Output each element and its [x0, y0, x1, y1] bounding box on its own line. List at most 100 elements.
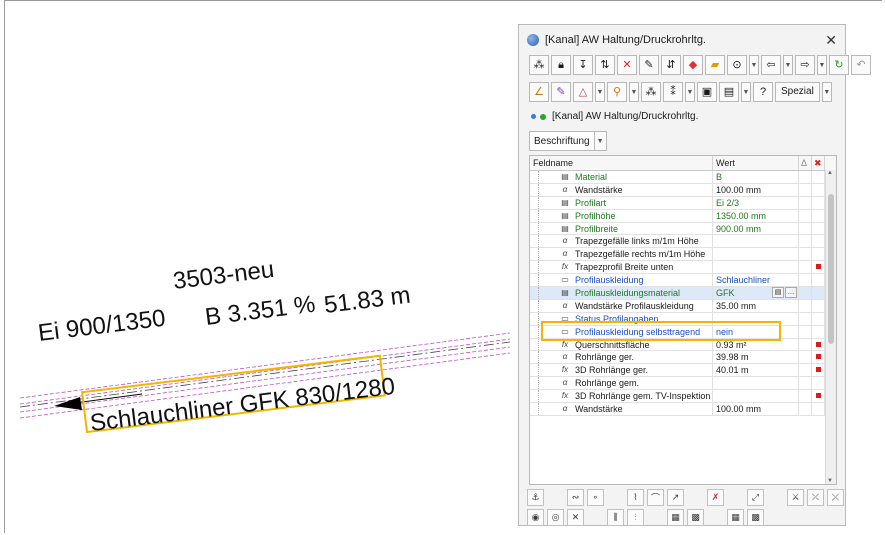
network-alt-icon[interactable]: ⁑	[663, 82, 683, 102]
connect-icon[interactable]: ∾	[567, 489, 584, 506]
table-row[interactable]: ▤ Profilbreite 900.00 mm	[530, 222, 836, 236]
split-icon[interactable]: ⇵	[661, 55, 681, 75]
table-row[interactable]: α Trapezgefälle links m/1m Höhe	[530, 235, 836, 249]
chevron-down-icon[interactable]: ▼	[629, 82, 639, 102]
field-value-cell[interactable]: Ei 2/3	[713, 196, 799, 209]
more-icon[interactable]: …	[785, 287, 797, 299]
column-header-delta[interactable]: Δ	[799, 156, 812, 170]
field-name-cell[interactable]: ▤ Profilauskleidungsmaterial	[530, 287, 713, 299]
column-header-x[interactable]: ✖	[812, 156, 825, 170]
image-icon[interactable]: ▣	[697, 82, 717, 102]
field-name-cell[interactable]: fx Trapezprofil Breite unten	[530, 261, 713, 274]
undo-icon[interactable]: ↶	[851, 55, 871, 75]
column-header-name[interactable]: Feldname	[530, 156, 713, 170]
field-value-cell[interactable]	[713, 261, 799, 274]
chevron-down-icon[interactable]: ▼	[741, 82, 751, 102]
comb-icon[interactable]: ⫼	[607, 509, 624, 526]
draw-line-icon[interactable]: ∠	[529, 82, 549, 102]
field-value-cell[interactable]: 100.00 mm	[713, 403, 799, 415]
binoculars-icon[interactable]: ⊙	[727, 55, 747, 75]
pipe-tool-3-icon[interactable]: ↗	[667, 489, 684, 506]
field-name-cell[interactable]: ▭ Status Profilangaben	[530, 312, 713, 325]
field-name-cell[interactable]: α Rohrlänge ger.	[530, 351, 713, 364]
field-value-cell[interactable]: 1350.00 mm	[713, 209, 799, 222]
field-value-cell[interactable]: 40.01 m	[713, 364, 799, 377]
field-value-cell[interactable]	[713, 377, 799, 390]
field-value-cell[interactable]	[713, 248, 799, 261]
field-name-cell[interactable]: ▭ Profilauskleidung selbsttragend	[530, 325, 713, 338]
field-value-cell[interactable]: 39.98 m	[713, 351, 799, 364]
measure-icon[interactable]: △	[573, 82, 593, 102]
table-row[interactable]: ▭ Profilauskleidung Schlauchliner	[530, 274, 836, 288]
folder-icon[interactable]: ▰	[705, 55, 725, 75]
field-value-cell[interactable]	[713, 390, 799, 403]
field-value-cell[interactable]: 100.00 mm	[713, 183, 799, 196]
field-value-cell[interactable]	[713, 312, 799, 325]
table-row[interactable]: fx 3D Rohrlänge gem. TV-Inspektion	[530, 390, 836, 404]
grid-3-icon[interactable]: ▦	[727, 509, 744, 526]
field-name-cell[interactable]: fx 3D Rohrlänge gem. TV-Inspektion	[530, 390, 713, 403]
beschriftung-dropdown[interactable]: Beschriftung ▼	[529, 131, 607, 151]
field-name-cell[interactable]: α Wandstärke Profilauskleidung	[530, 299, 713, 312]
field-value-cell[interactable]: 0.93 m²	[713, 338, 799, 351]
table-row[interactable]: ▤ Profilart Ei 2/3	[530, 196, 836, 210]
signal-2-icon[interactable]: ◎	[547, 509, 564, 526]
pin-icon[interactable]: ⚲	[607, 82, 627, 102]
field-name-cell[interactable]: ▭ Profilauskleidung	[530, 274, 713, 287]
field-value-cell[interactable]: 900.00 mm	[713, 222, 799, 235]
book-icon[interactable]: ▤	[772, 287, 784, 299]
field-value-cell[interactable]: 35.00 mm	[713, 299, 799, 312]
flow-reverse-icon[interactable]: ⇅	[595, 55, 615, 75]
pipe-tool-icon[interactable]: ⌇	[627, 489, 644, 506]
chevron-down-icon[interactable]: ▼	[685, 82, 695, 102]
table-row[interactable]: α Rohrlänge gem.	[530, 377, 836, 391]
eraser-icon[interactable]: ◆	[683, 55, 703, 75]
field-name-cell[interactable]: fx Querschnittsfläche	[530, 338, 713, 351]
cross-tool-icon[interactable]: ✕	[567, 509, 584, 526]
pipe-select-icon[interactable]: ⁂	[529, 55, 549, 75]
document-icon[interactable]: ▤	[719, 82, 739, 102]
pipe-delete-icon[interactable]: ✗	[707, 489, 724, 506]
table-row[interactable]: α Wandstärke 100.00 mm	[530, 403, 836, 416]
lock-icon[interactable]: 🔒︎	[551, 55, 571, 75]
table-row[interactable]: fx Trapezprofil Breite unten	[530, 261, 836, 275]
marker-icon[interactable]: ✎	[551, 82, 571, 102]
grid-scrollbar[interactable]: ▲ ▼	[825, 170, 836, 484]
table-row[interactable]: α Rohrlänge ger. 39.98 m	[530, 351, 836, 365]
field-name-cell[interactable]: α Trapezgefälle links m/1m Höhe	[530, 235, 713, 248]
field-value-cell[interactable]: GFK ▤…	[713, 287, 799, 299]
field-name-cell[interactable]: α Rohrlänge gem.	[530, 377, 713, 390]
signal-icon[interactable]: ◉	[527, 509, 544, 526]
branch-2-icon[interactable]: ⤫	[807, 489, 824, 506]
table-row[interactable]: ▤ Profilauskleidungsmaterial GFK ▤…	[530, 287, 836, 300]
scroll-up-icon[interactable]: ▲	[827, 170, 833, 176]
chevron-down-icon[interactable]: ▼	[817, 55, 827, 75]
comb-2-icon[interactable]: ⫶	[627, 509, 644, 526]
field-name-cell[interactable]: ▤ Material	[530, 171, 713, 183]
table-row[interactable]: α Wandstärke 100.00 mm	[530, 183, 836, 197]
grid-icon[interactable]: ▦	[667, 509, 684, 526]
close-button[interactable]: ✕	[825, 32, 837, 49]
table-row[interactable]: ▭ Status Profilangaben	[530, 312, 836, 326]
chevron-down-icon[interactable]: ▼	[594, 131, 607, 151]
grid-4-icon[interactable]: ▩	[747, 509, 764, 526]
table-row[interactable]: α Trapezgefälle rechts m/1m Höhe	[530, 248, 836, 262]
back-icon[interactable]: ⇦	[761, 55, 781, 75]
forward-icon[interactable]: ⇨	[795, 55, 815, 75]
field-name-cell[interactable]: α Wandstärke	[530, 183, 713, 196]
column-header-value[interactable]: Wert	[713, 156, 799, 170]
field-name-cell[interactable]: α Trapezgefälle rechts m/1m Höhe	[530, 248, 713, 261]
anchor-icon[interactable]: ⚓︎	[527, 489, 544, 506]
network-icon[interactable]: ⁂	[641, 82, 661, 102]
table-row[interactable]: ▭ Profilauskleidung selbsttragend nein	[530, 325, 836, 339]
field-value-cell[interactable]: Schlauchliner	[713, 274, 799, 287]
table-row[interactable]: fx Querschnittsfläche 0.93 m²	[530, 338, 836, 352]
table-row[interactable]: fx 3D Rohrlänge ger. 40.01 m	[530, 364, 836, 378]
table-row[interactable]: ▤ Material B	[530, 171, 836, 184]
field-name-cell[interactable]: ▤ Profilbreite	[530, 222, 713, 235]
branch-3-icon[interactable]: ⤬	[827, 489, 844, 506]
beschriftung-value[interactable]: Beschriftung	[529, 131, 595, 151]
field-name-cell[interactable]: ▤ Profilart	[530, 196, 713, 209]
field-value-cell[interactable]	[713, 235, 799, 248]
pipe-tool-2-icon[interactable]: ⌒	[647, 489, 664, 506]
